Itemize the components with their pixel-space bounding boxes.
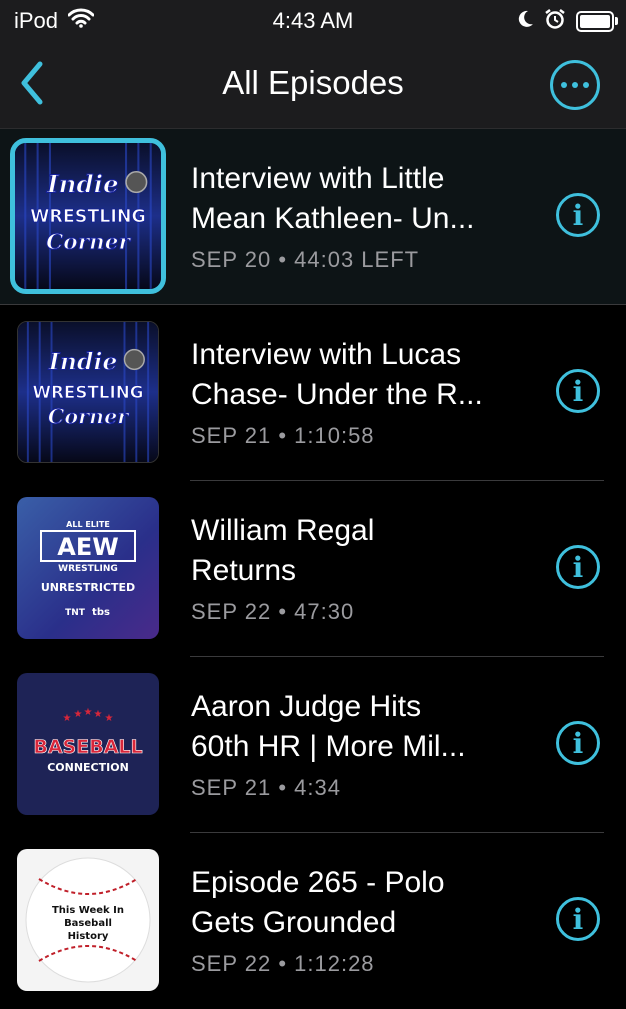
svg-text:★: ★ [105,713,114,724]
episode-title: William Regal Returns [191,514,375,587]
episode-row[interactable]: ★ ★ ★ ★ ★ BASEBALL CONNECTION Aaron Judg… [0,657,626,833]
info-icon: i [572,551,584,584]
episode-row[interactable]: ALL ELITE AEW WRESTLING UNRESTRICTED TNT… [0,481,626,657]
artwork-text: ALL ELITE [66,520,110,529]
episode-title: Aaron Judge Hits 60th HR | More Mil... [191,690,466,763]
episode-row[interactable]: This Week In Baseball History Episode 26… [0,833,626,1009]
moon-icon [516,9,534,34]
episode-title: Episode 265 - Polo Gets Grounded [191,866,445,939]
episode-meta: SEP 21 • 1:10:58 [191,423,375,448]
podcast-artwork-indie-wrestling-corner: Indie WRESTLING Corner [17,321,159,463]
status-bar: iPod 4:43 AM [0,0,626,42]
svg-text:★: ★ [63,713,72,724]
svg-text:★: ★ [84,707,93,718]
episode-meta: SEP 22 • 47:30 [191,599,355,624]
artwork-text: Indie [48,347,118,375]
status-right [516,8,618,35]
artwork-text: WRESTLING [30,207,146,227]
artwork-text: UNRESTRICTED [41,581,135,594]
artwork-text: BASEBALL [33,736,142,758]
artwork-text: Indie [46,169,119,198]
podcast-artwork-baseball-connection: ★ ★ ★ ★ ★ BASEBALL CONNECTION [17,673,159,815]
episode-meta: SEP 20 • 44:03 LEFT [191,247,420,272]
info-icon: i [572,903,584,936]
episode-title: Interview with Lucas Chase- Under the R.… [191,338,483,411]
svg-text:★: ★ [74,709,83,720]
navigation-bar: All Episodes [0,42,626,129]
info-button[interactable]: i [556,545,600,589]
info-icon: i [572,375,584,408]
artwork-text: WRESTLING [33,382,144,402]
artwork-text: AEW [57,533,118,561]
info-button[interactable]: i [556,897,600,941]
podcast-artwork-baseball-history: This Week In Baseball History [17,849,159,991]
episode-title: Interview with Little Mean Kathleen- Un.… [191,162,475,235]
artwork-text: Baseball [64,918,112,929]
ellipsis-icon [561,82,589,88]
alarm-icon [544,8,566,35]
episode-list: Indie WRESTLING Corner Interview with Li… [0,129,626,1009]
episode-meta: SEP 22 • 1:12:28 [191,951,375,976]
episode-row[interactable]: Indie WRESTLING Corner Interview with Li… [0,129,626,305]
podcast-artwork-aew-unrestricted: ALL ELITE AEW WRESTLING UNRESTRICTED TNT… [17,497,159,639]
artwork-text: Corner [48,405,130,429]
info-button[interactable]: i [556,369,600,413]
more-options-button[interactable] [550,60,600,110]
page-title: All Episodes [222,64,404,101]
info-button[interactable]: i [556,193,600,237]
artwork-text: tbs [92,607,110,618]
info-button[interactable]: i [556,721,600,765]
artwork-text: History [68,931,109,942]
episode-meta: SEP 21 • 4:34 [191,775,341,800]
episode-row[interactable]: Indie WRESTLING Corner Interview with Lu… [0,305,626,481]
battery-icon [576,11,618,32]
artwork-text: This Week In [52,905,124,916]
info-icon: i [572,727,584,760]
artwork-text: WRESTLING [58,564,118,574]
artwork-text: CONNECTION [47,761,129,774]
info-icon: i [572,199,584,232]
artwork-text: Corner [46,230,131,255]
podcast-artwork-indie-wrestling-corner: Indie WRESTLING Corner [10,138,166,294]
artwork-text: TNT [65,608,86,618]
svg-text:★: ★ [94,709,103,720]
